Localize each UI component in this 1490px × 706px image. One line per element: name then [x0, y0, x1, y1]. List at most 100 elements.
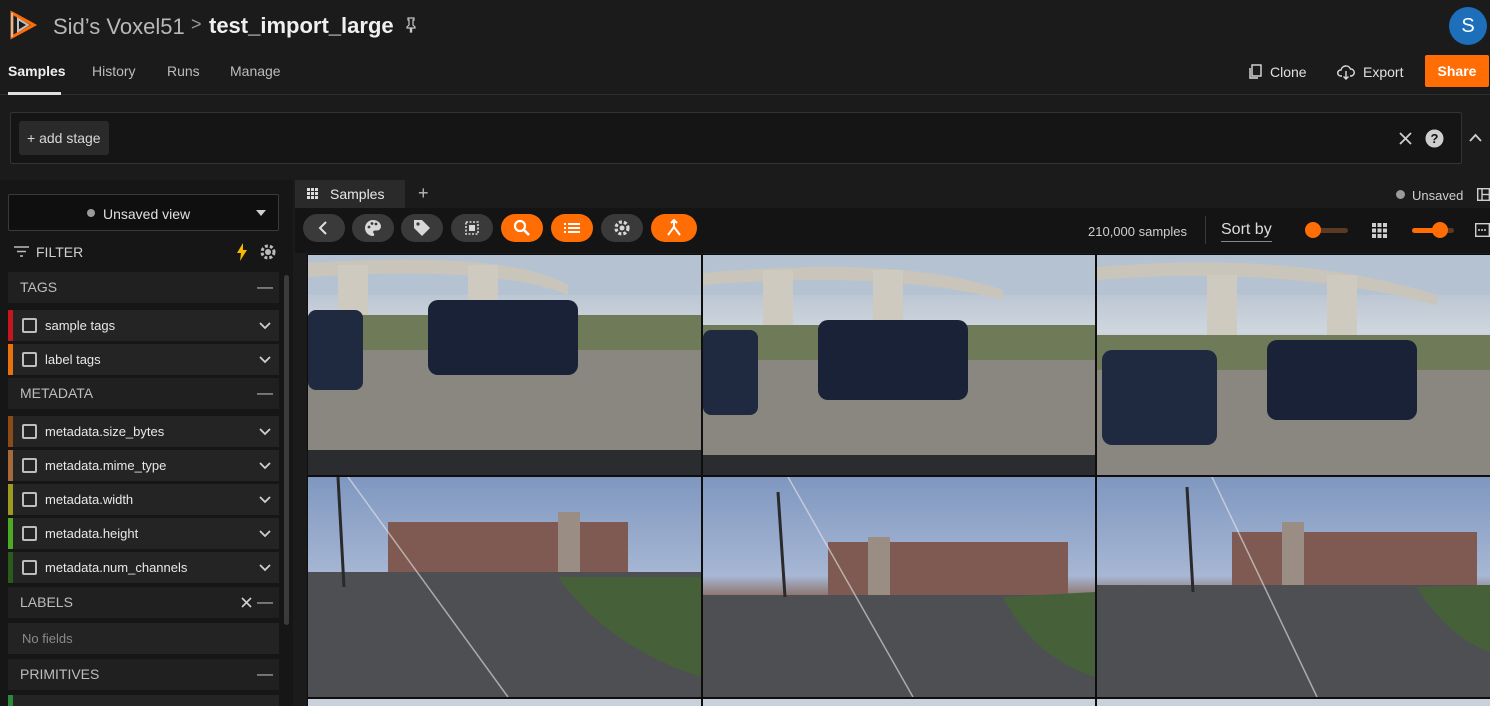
layout-toggle-icon[interactable] [1475, 223, 1490, 237]
chevron-down-icon[interactable] [259, 527, 271, 539]
org-name[interactable]: Sid’s Voxel51 [53, 14, 185, 40]
checkbox[interactable] [22, 526, 37, 541]
tab-runs[interactable]: Runs [167, 63, 200, 79]
sample-tile[interactable] [308, 477, 701, 697]
field-label: sample tags [45, 318, 116, 333]
checkbox[interactable] [22, 318, 37, 333]
sort-by-select[interactable]: Sort by [1221, 221, 1272, 242]
group-primitives[interactable]: PRIMITIVES — [8, 659, 279, 690]
clone-button[interactable]: Clone [1248, 62, 1307, 82]
unsaved-dot-icon [1396, 190, 1405, 199]
similarity-search-button[interactable] [501, 214, 543, 242]
field-metadata-size-bytes[interactable]: metadata.size_bytes [8, 416, 279, 447]
checkbox[interactable] [22, 424, 37, 439]
help-icon[interactable]: ? [1425, 129, 1444, 148]
checkbox[interactable] [22, 492, 37, 507]
sample-tile[interactable] [703, 699, 1095, 706]
tab-samples-panel[interactable]: Samples [295, 180, 405, 208]
add-stage-button[interactable]: + add stage [19, 121, 109, 155]
grid-size-icon[interactable] [1372, 223, 1387, 238]
export-button[interactable]: Export [1337, 62, 1403, 82]
tag-button[interactable] [401, 214, 443, 242]
group-tags-label: TAGS [20, 279, 58, 295]
settings-gear-icon[interactable] [259, 243, 277, 261]
patches-button[interactable] [451, 214, 493, 242]
sample-tile[interactable] [703, 255, 1095, 475]
sample-tile[interactable] [1097, 477, 1490, 697]
caret-down-icon [256, 210, 266, 216]
tab-manage[interactable]: Manage [230, 63, 281, 79]
sample-tile[interactable] [1097, 699, 1490, 706]
lightning-icon[interactable] [236, 243, 248, 261]
field-label: metadata.size_bytes [45, 424, 165, 439]
color-scheme-button[interactable] [352, 214, 394, 242]
view-selector-label: Unsaved view [103, 206, 191, 222]
order-slider[interactable] [1302, 221, 1348, 239]
tab-history[interactable]: History [92, 63, 136, 79]
group-metadata-label: METADATA [20, 385, 94, 401]
grid-zoom-slider[interactable] [1412, 221, 1454, 239]
copy-icon [1249, 64, 1262, 79]
samples-tab-label: Samples [330, 186, 385, 202]
sample-thumbnail [1097, 255, 1490, 475]
chevron-down-icon[interactable] [259, 425, 271, 437]
checkbox[interactable] [22, 352, 37, 367]
add-panel-button[interactable]: + [418, 183, 429, 204]
field-primitive[interactable] [8, 695, 279, 706]
chevron-down-icon[interactable] [259, 353, 271, 365]
export-label: Export [1363, 64, 1404, 80]
checkbox[interactable] [22, 560, 37, 575]
sidebar: Unsaved view FILTER TAGS — sample tags l… [0, 180, 293, 706]
pin-icon[interactable] [403, 17, 419, 33]
sample-tile[interactable] [308, 255, 701, 475]
field-metadata-width[interactable]: metadata.width [8, 484, 279, 515]
slider-knob[interactable] [1305, 222, 1321, 238]
color-stripe [8, 416, 13, 447]
labels-empty-row: No fields [8, 623, 279, 654]
slider-knob[interactable] [1432, 222, 1448, 238]
collapse-view-bar-icon[interactable] [1469, 133, 1482, 142]
field-metadata-height[interactable]: metadata.height [8, 518, 279, 549]
chevron-down-icon[interactable] [259, 319, 271, 331]
user-avatar[interactable]: S [1449, 7, 1487, 45]
view-selector[interactable]: Unsaved view [8, 194, 279, 231]
field-metadata-num-channels[interactable]: metadata.num_channels [8, 552, 279, 583]
collapse-labels-icon[interactable]: — [257, 594, 273, 612]
sidebar-scrollbar[interactable] [284, 275, 289, 625]
collapse-tags-icon[interactable]: — [257, 279, 273, 297]
layout-icon[interactable] [1477, 188, 1490, 201]
dataset-name[interactable]: test_import_large [209, 13, 394, 39]
unsaved-dot-icon [87, 209, 95, 217]
grid-icon [307, 188, 318, 199]
tab-samples[interactable]: Samples [8, 63, 66, 79]
sample-thumbnail [703, 477, 1095, 697]
toolbar-divider [1205, 216, 1206, 244]
group-tags[interactable]: TAGS — [8, 272, 279, 303]
chevron-down-icon[interactable] [259, 561, 271, 573]
close-icon[interactable] [241, 597, 252, 608]
group-labels[interactable]: LABELS — [8, 587, 279, 618]
collapse-metadata-icon[interactable]: — [257, 385, 273, 403]
close-icon[interactable] [1399, 132, 1412, 145]
collapse-primitives-icon[interactable]: — [257, 666, 273, 684]
sort-list-button[interactable] [551, 214, 593, 242]
back-button[interactable] [303, 214, 345, 242]
voxel51-logo-icon[interactable] [8, 10, 38, 40]
merge-button[interactable] [651, 214, 697, 242]
field-sample-tags[interactable]: sample tags [8, 310, 279, 341]
sample-tile[interactable] [703, 477, 1095, 697]
field-metadata-mime-type[interactable]: metadata.mime_type [8, 450, 279, 481]
field-label-tags[interactable]: label tags [8, 344, 279, 375]
chevron-left-icon [318, 221, 327, 235]
sample-thumbnail [308, 255, 701, 475]
settings-button[interactable] [601, 214, 643, 242]
checkbox[interactable] [22, 458, 37, 473]
share-button[interactable]: Share [1425, 55, 1489, 87]
color-stripe [8, 518, 13, 549]
chevron-down-icon[interactable] [259, 459, 271, 471]
chevron-down-icon[interactable] [259, 493, 271, 505]
group-metadata[interactable]: METADATA — [8, 378, 279, 409]
sample-tile[interactable] [1097, 255, 1490, 475]
sample-thumbnail [1097, 477, 1490, 697]
sample-tile[interactable] [308, 699, 701, 706]
